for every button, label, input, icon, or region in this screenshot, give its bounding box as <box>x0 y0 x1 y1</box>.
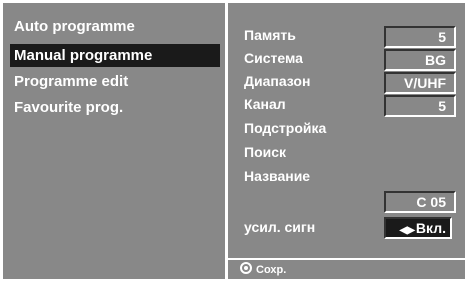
channel-label: Канал <box>244 96 286 112</box>
band-label: Диапазон <box>244 73 311 89</box>
ok-button-icon <box>240 262 252 274</box>
band-value[interactable]: V/UHF <box>384 72 456 94</box>
channel-value[interactable]: 5 <box>384 95 456 117</box>
menu-item-auto-programme[interactable]: Auto programme <box>10 15 220 38</box>
search-item[interactable]: Поиск <box>244 142 286 162</box>
main-menu: Auto programme Manual programme Programm… <box>6 7 220 277</box>
booster-toggle[interactable]: ◀▶Вкл. <box>384 217 452 239</box>
menu-item-manual-programme[interactable]: Manual programme <box>10 44 220 67</box>
system-value[interactable]: BG <box>384 49 456 71</box>
menu-item-favourite-prog[interactable]: Favourite prog. <box>10 96 220 119</box>
fine-tune-item[interactable]: Подстройка <box>244 118 326 138</box>
name-label: Название <box>244 168 311 184</box>
save-hint: Сохр. <box>240 262 286 278</box>
name-value[interactable]: C 05 <box>384 191 456 213</box>
left-right-arrows-icon: ◀▶ <box>399 225 415 236</box>
save-label: Сохр. <box>256 264 287 276</box>
settings-panel: Память 5 Система BG Диапазон V/UHF Канал… <box>228 3 465 279</box>
booster-value: Вкл. <box>415 220 446 236</box>
booster-label: усил. сигн <box>244 219 316 235</box>
menu-item-programme-edit[interactable]: Programme edit <box>10 70 220 93</box>
footer-divider <box>228 258 465 260</box>
memory-label: Память <box>244 27 296 43</box>
memory-value[interactable]: 5 <box>384 26 456 48</box>
system-label: Система <box>244 50 303 66</box>
